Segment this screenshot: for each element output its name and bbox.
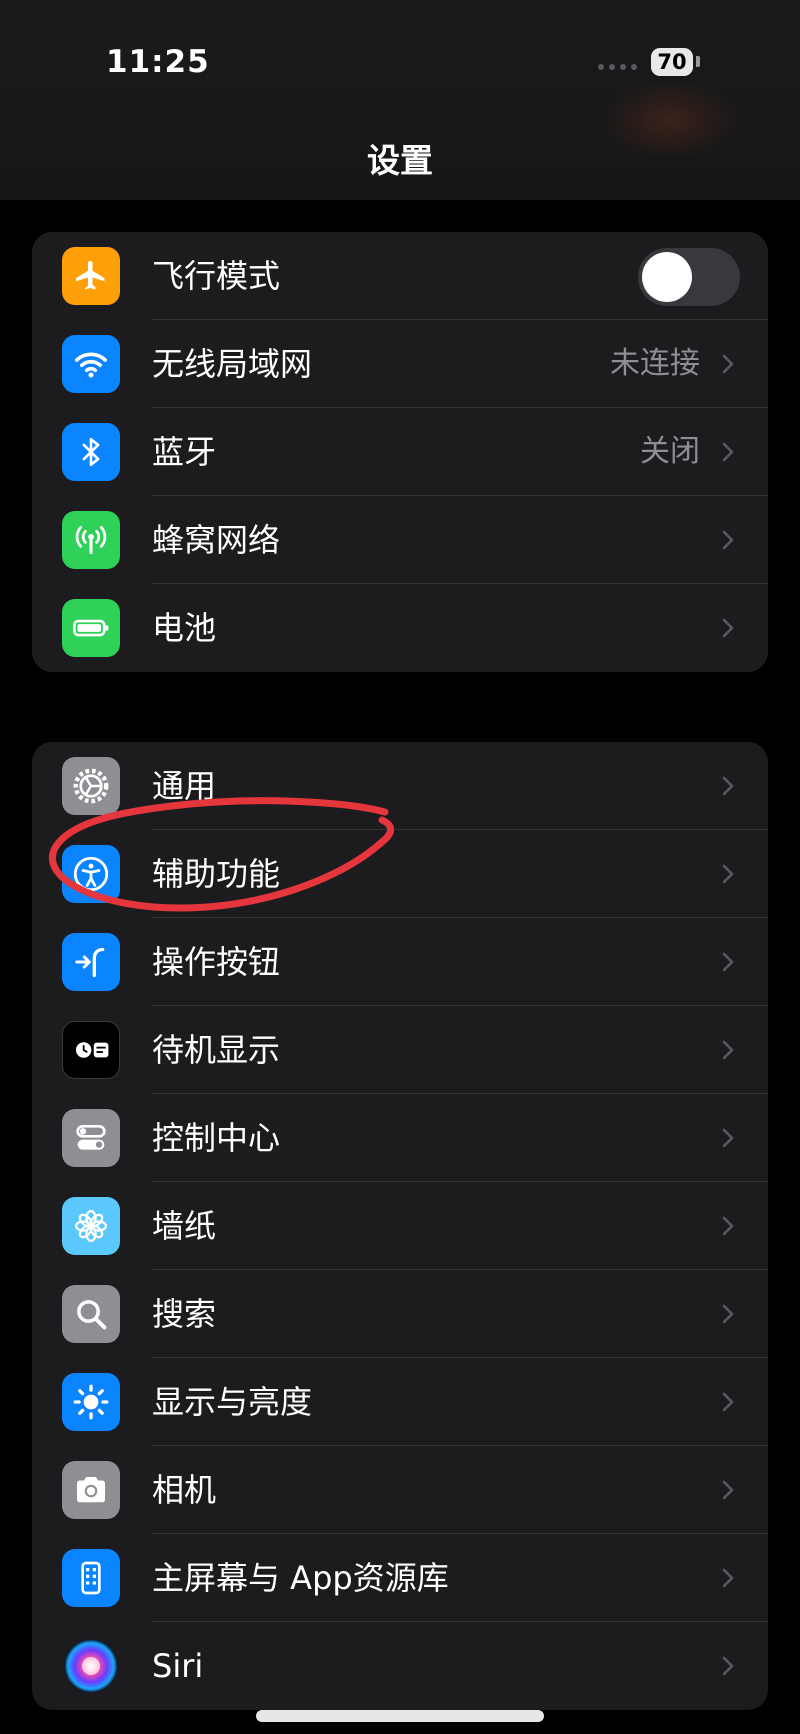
chevron-right-icon	[722, 1216, 734, 1236]
settings-row-label: 飞行模式	[152, 257, 281, 295]
home-screen-icon	[62, 1549, 120, 1607]
wallpaper-icon	[62, 1197, 120, 1255]
action-button-icon	[62, 933, 120, 991]
cellular-icon	[62, 511, 120, 569]
chevron-right-icon	[722, 1656, 734, 1676]
settings-row-label: 辅助功能	[152, 855, 281, 893]
chevron-right-icon	[722, 530, 734, 550]
settings-row-label: 控制中心	[152, 1119, 281, 1157]
settings-row-airplane-mode[interactable]: 飞行模式	[32, 232, 768, 320]
chevron-right-icon	[722, 776, 734, 796]
settings-row-wifi[interactable]: 无线局域网 未连接	[32, 320, 768, 408]
airplane-icon	[62, 247, 120, 305]
chevron-right-icon	[722, 354, 734, 374]
settings-row-cellular[interactable]: 蜂窝网络	[32, 496, 768, 584]
search-icon	[62, 1285, 120, 1343]
settings-row-label: 墙纸	[152, 1207, 217, 1245]
chevron-right-icon	[722, 864, 734, 884]
settings-row-bluetooth[interactable]: 蓝牙 关闭	[32, 408, 768, 496]
settings-row-display-brightness[interactable]: 显示与亮度	[32, 1358, 768, 1446]
chevron-right-icon	[722, 1568, 734, 1588]
battery-icon	[62, 599, 120, 657]
brightness-icon	[62, 1373, 120, 1431]
signal-icon	[598, 64, 637, 70]
chevron-right-icon	[722, 1392, 734, 1412]
chevron-right-icon	[722, 1304, 734, 1324]
settings-row-label: 显示与亮度	[152, 1383, 313, 1421]
gear-icon	[62, 757, 120, 815]
settings-row-action-button[interactable]: 操作按钮	[32, 918, 768, 1006]
battery-status-icon: 70	[651, 48, 693, 76]
settings-row-label: 相机	[152, 1471, 217, 1509]
status-time: 11:25	[106, 44, 210, 80]
settings-row-label: 主屏幕与 App资源库	[152, 1559, 449, 1597]
wifi-icon	[62, 335, 120, 393]
settings-group-connectivity: 飞行模式 无线局域网 未连接 蓝牙 关闭 蜂窝网络 电池	[32, 232, 768, 672]
battery-tip	[696, 56, 700, 67]
settings-row-label: 搜索	[152, 1295, 217, 1333]
settings-row-label: 通用	[152, 767, 217, 805]
settings-row-label: 电池	[152, 609, 217, 647]
chevron-right-icon	[722, 952, 734, 972]
page-title: 设置	[367, 141, 433, 180]
home-indicator[interactable]	[256, 1710, 544, 1722]
settings-row-camera[interactable]: 相机	[32, 1446, 768, 1534]
settings-row-standby[interactable]: 待机显示	[32, 1006, 768, 1094]
chevron-right-icon	[722, 1480, 734, 1500]
settings-row-label: 待机显示	[152, 1031, 281, 1069]
settings-row-wallpaper[interactable]: 墙纸	[32, 1182, 768, 1270]
settings-row-search[interactable]: 搜索	[32, 1270, 768, 1358]
siri-icon	[62, 1637, 120, 1695]
settings-row-label: 无线局域网	[152, 345, 313, 383]
settings-row-label: 蜂窝网络	[152, 521, 281, 559]
settings-group-general: 通用 辅助功能 操作按钮 待机显示 控制中心 墙纸 搜索 显示与亮度 相机 主屏…	[32, 742, 768, 1710]
standby-icon	[62, 1021, 120, 1079]
settings-row-label: 蓝牙	[152, 433, 217, 471]
accessibility-icon	[62, 845, 120, 903]
airplane-mode-toggle[interactable]	[638, 248, 740, 306]
chevron-right-icon	[722, 618, 734, 638]
settings-row-home-screen[interactable]: 主屏幕与 App资源库	[32, 1534, 768, 1622]
settings-row-value: 关闭	[640, 434, 700, 469]
toggle-knob	[642, 252, 692, 302]
bluetooth-icon	[62, 423, 120, 481]
settings-row-value: 未连接	[610, 346, 700, 381]
chevron-right-icon	[722, 442, 734, 462]
settings-row-accessibility[interactable]: 辅助功能	[32, 830, 768, 918]
control-center-icon	[62, 1109, 120, 1167]
chevron-right-icon	[722, 1128, 734, 1148]
settings-row-label: 操作按钮	[152, 943, 281, 981]
chevron-right-icon	[722, 1040, 734, 1060]
settings-row-siri[interactable]: Siri	[32, 1622, 768, 1710]
settings-row-general[interactable]: 通用	[32, 742, 768, 830]
settings-row-battery[interactable]: 电池	[32, 584, 768, 672]
camera-icon	[62, 1461, 120, 1519]
settings-row-label: Siri	[152, 1647, 204, 1685]
settings-row-control-center[interactable]: 控制中心	[32, 1094, 768, 1182]
